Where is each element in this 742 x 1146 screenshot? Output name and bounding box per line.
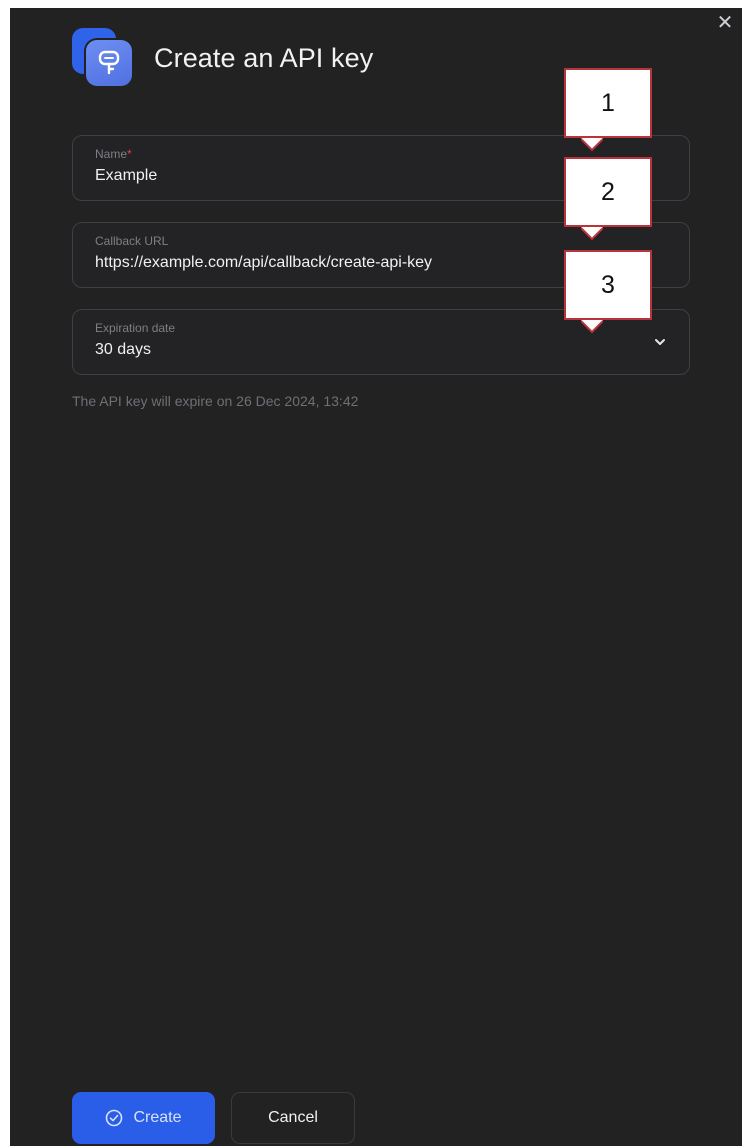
expiration-date-label: Expiration date [95, 321, 176, 335]
create-button[interactable]: Create [72, 1092, 215, 1144]
expiration-date-value[interactable]: 30 days [95, 341, 655, 359]
callback-url-label: Callback URL [95, 234, 169, 248]
callout-pointer [581, 227, 603, 241]
check-circle-icon [105, 1109, 123, 1127]
dialog-title: Create an API key [154, 42, 374, 73]
create-button-label: Create [133, 1109, 182, 1126]
callout-pointer [581, 320, 603, 334]
callout-pointer [581, 138, 603, 152]
dialog-header: Create an API key [72, 28, 373, 88]
cancel-button[interactable]: Cancel [231, 1092, 355, 1144]
callout-3: 3 [564, 250, 652, 334]
close-icon[interactable]: ✕ [714, 12, 736, 34]
callout-2: 2 [564, 157, 652, 241]
cancel-button-label: Cancel [268, 1109, 318, 1126]
chevron-down-icon[interactable] [653, 335, 667, 349]
key-icon [72, 28, 136, 88]
callout-label: 1 [601, 88, 615, 117]
expiry-hint: The API key will expire on 26 Dec 2024, … [72, 393, 359, 409]
callout-label: 2 [601, 177, 615, 206]
callout-label: 3 [601, 270, 615, 299]
name-label: Name* [95, 147, 132, 161]
callout-1: 1 [564, 68, 652, 152]
required-mark: * [127, 147, 132, 161]
